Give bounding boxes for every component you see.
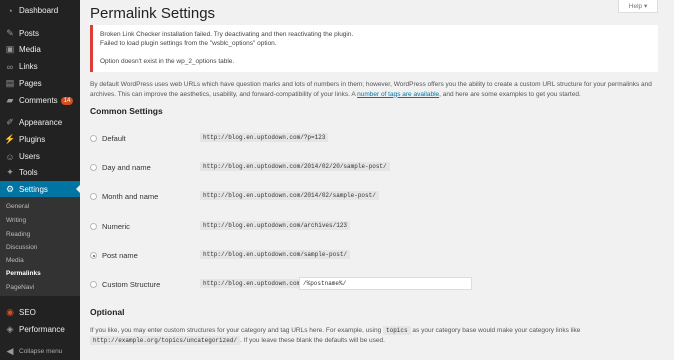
example-url: http://example.org/topics/uncategorized/ [90,336,241,345]
option-month-and-name[interactable]: Month and name http://blog.en.uptodown.c… [90,191,650,204]
menu-settings[interactable]: ⚙ Settings [0,181,80,198]
performance-icon: ◈ [6,324,14,334]
optional-text: If you like, you may enter custom struct… [90,327,383,334]
intro-text: , and here are some examples to get you … [439,90,581,98]
comment-count-badge: 14 [60,96,74,105]
submenu-writing[interactable]: Writing [6,217,26,224]
option-label[interactable]: Day and name [102,163,151,172]
help-tab[interactable]: Help ▾ [618,0,658,13]
collapse-icon: ◀ [6,346,14,356]
users-icon: ☺ [5,151,15,162]
menu-plugins[interactable]: ⚡ Plugins [0,131,80,148]
dashboard-icon: ◔ [7,5,13,16]
menu-label: Tools [19,168,38,177]
media-icon: ▣ [5,44,15,54]
example-url: http://blog.en.uptodown.com/sample-post/ [200,250,351,259]
submenu-general[interactable]: General [6,203,29,210]
intro-paragraph: By default WordPress uses web URLs which… [90,80,660,99]
link-icon: ∞ [6,61,14,72]
optional-heading: Optional [90,307,125,317]
example-url: http://blog.en.uptodown.com/2014/02/20/s… [200,162,390,171]
submenu-permalinks[interactable]: Permalinks [6,270,41,277]
common-settings-heading: Common Settings [90,106,163,116]
admin-sidebar: ◔ Dashboard ✎ Posts ▣ Media ∞ Links ▤ Pages ▰… [0,0,80,360]
notice-line: Failed to load plugin settings from the … [100,40,277,47]
option-numeric[interactable]: Numeric http://blog.en.uptodown.com/arch… [90,221,650,234]
menu-label: Posts [19,29,40,38]
option-post-name[interactable]: Post name http://blog.en.uptodown.com/sa… [90,250,650,263]
collapse-menu-button[interactable]: ◀ Collapse menu [0,343,80,360]
example-url: http://blog.en.uptodown.com/?p=123 [200,133,329,142]
custom-structure-input[interactable]: /%postname%/ [299,277,472,290]
option-label[interactable]: Custom Structure [102,280,160,289]
menu-label: Media [19,45,41,54]
menu-label: Dashboard [19,6,59,15]
submenu-reading[interactable]: Reading [6,231,30,238]
page-icon: ▤ [5,78,15,88]
tags-link[interactable]: number of tags are available [357,91,439,98]
menu-label: Collapse menu [19,348,63,355]
menu-comments[interactable]: ▰ Comments 14 [0,92,80,109]
radio-default[interactable] [90,135,97,142]
radio-numeric[interactable] [90,223,97,230]
optional-paragraph: If you like, you may enter custom struct… [90,326,660,346]
menu-appearance[interactable]: ✐ Appearance [0,114,80,131]
option-custom-structure[interactable]: Custom Structure http://blog.en.uptodown… [90,277,650,292]
menu-users[interactable]: ☺ Users [0,148,80,165]
pin-icon: ✎ [6,28,14,38]
menu-label: Settings [19,185,48,194]
settings-submenu: General Writing Reading Discussion Media… [0,197,80,296]
seo-icon: ◉ [6,307,14,317]
menu-label: Performance [19,325,65,334]
menu-label: Plugins [19,135,46,144]
option-label[interactable]: Numeric [102,222,130,231]
menu-media[interactable]: ▣ Media [0,41,80,58]
option-label[interactable]: Month and name [102,192,158,201]
menu-label: SEO [19,308,36,317]
optional-text: . If you leave these blank the defaults … [240,337,385,344]
menu-links[interactable]: ∞ Links [0,58,80,75]
main-content: Help ▾ Permalink Settings Broken Link Ch… [90,0,674,360]
menu-performance[interactable]: ◈ Performance [0,321,80,338]
menu-label: Pages [19,79,42,88]
menu-label: Users [19,152,40,161]
comment-icon: ▰ [6,95,14,105]
radio-custom-structure[interactable] [90,281,97,288]
notice-line: Option doesn't exist in the wp_2_options… [100,58,235,65]
submenu-discussion[interactable]: Discussion [6,244,37,251]
menu-label: Comments [19,96,58,105]
base-url: http://blog.en.uptodown.com [200,279,304,288]
radio-day-and-name[interactable] [90,164,97,171]
menu-dashboard[interactable]: ◔ Dashboard [0,2,80,19]
optional-text: as your category base would make your ca… [410,327,581,334]
radio-month-and-name[interactable] [90,193,97,200]
brush-icon: ✐ [6,117,14,127]
option-day-and-name[interactable]: Day and name http://blog.en.uptodown.com… [90,162,650,175]
menu-pages[interactable]: ▤ Pages [0,75,80,92]
menu-tools[interactable]: ✦ Tools [0,164,80,181]
option-label[interactable]: Post name [102,251,138,260]
menu-posts[interactable]: ✎ Posts [0,25,80,42]
radio-post-name[interactable] [90,252,97,259]
page-title: Permalink Settings [90,5,216,22]
plug-icon: ⚡ [4,134,16,144]
submenu-media[interactable]: Media [6,257,24,264]
example-code: topics [383,326,411,335]
menu-seo[interactable]: ◉ SEO [0,304,80,321]
menu-label: Links [19,62,38,71]
example-url: http://blog.en.uptodown.com/2014/02/samp… [200,191,379,200]
option-label[interactable]: Default [102,134,126,143]
wrench-icon: ✦ [6,167,14,177]
submenu-pagenavi[interactable]: PageNavi [6,284,34,291]
settings-icon: ⚙ [5,184,15,194]
error-notice: Broken Link Checker installation failed.… [90,25,658,72]
example-url: http://blog.en.uptodown.com/archives/123 [200,221,351,230]
notice-line: Broken Link Checker installation failed.… [100,31,354,38]
menu-label: Appearance [19,118,63,127]
option-default[interactable]: Default http://blog.en.uptodown.com/?p=1… [90,133,650,146]
